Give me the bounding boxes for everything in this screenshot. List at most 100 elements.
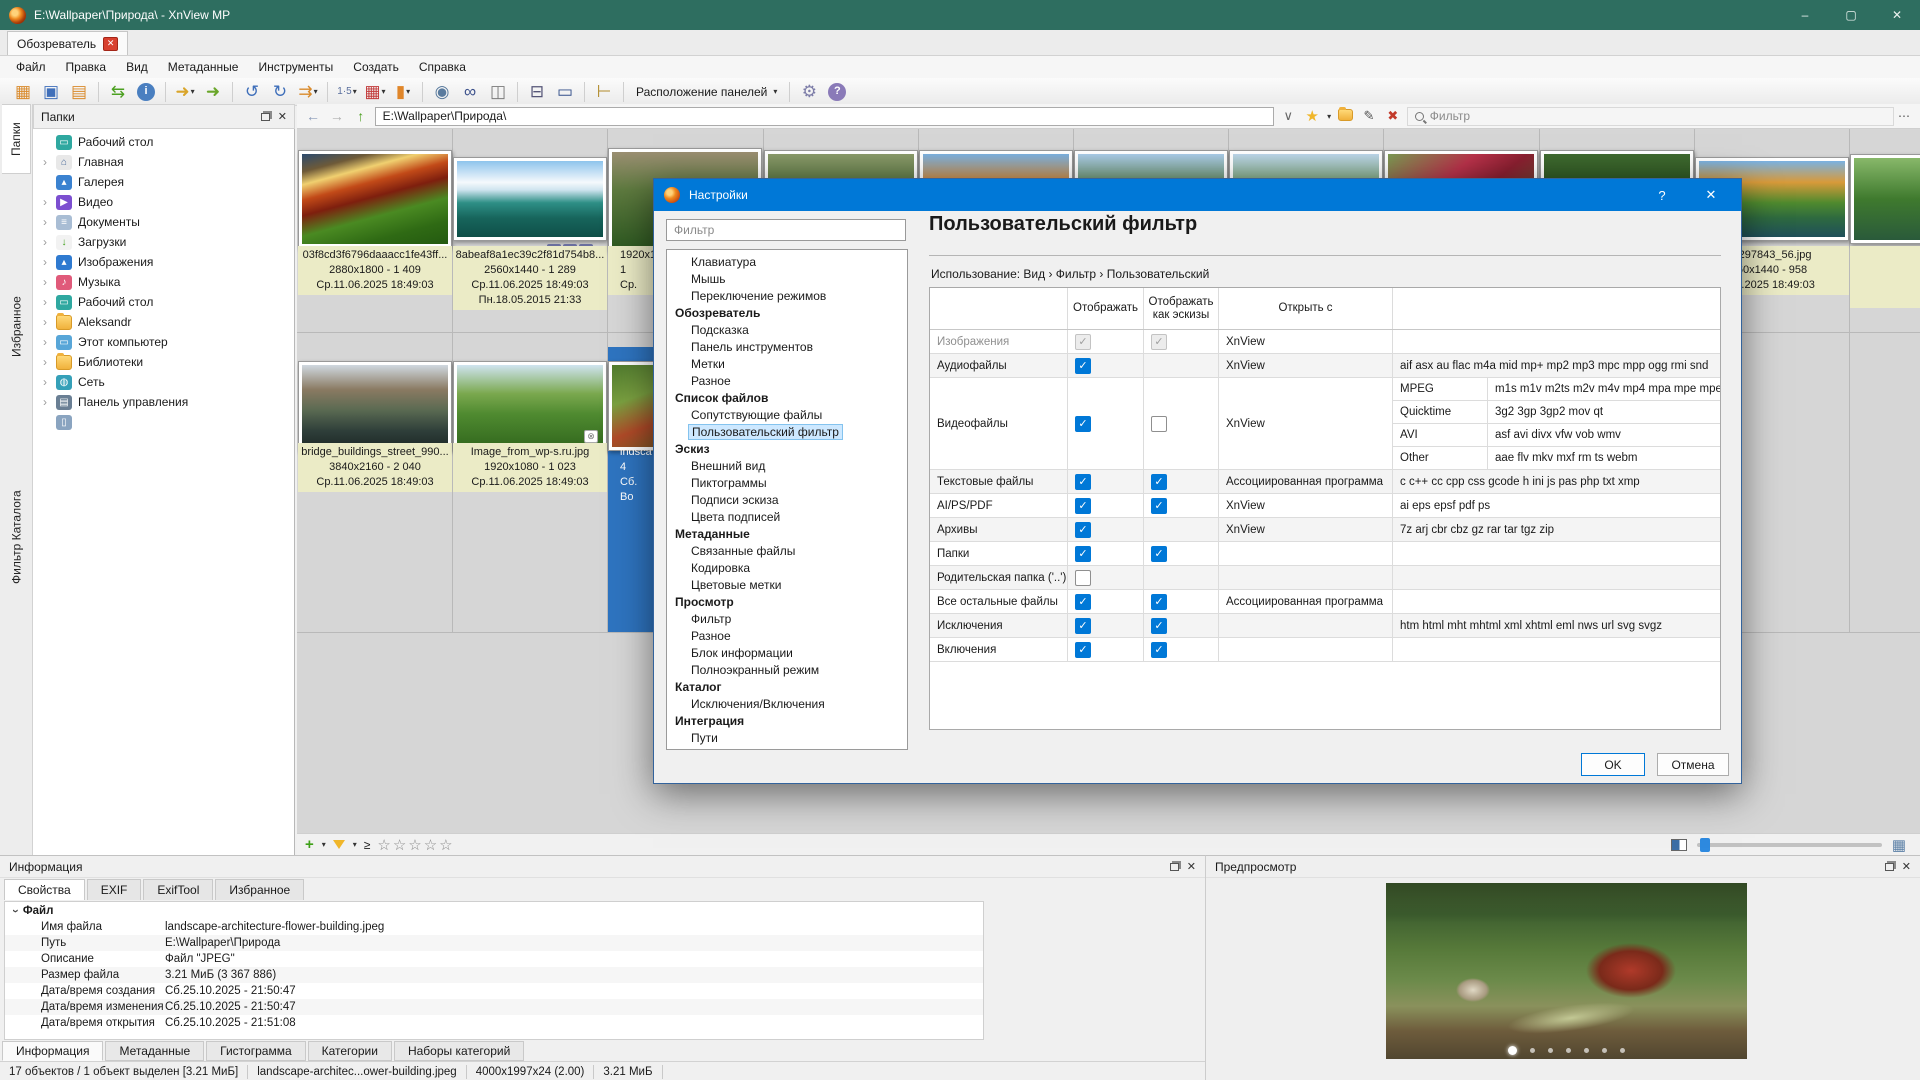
settings-tree-item[interactable]: Фильтр [667,611,907,628]
settings-tree-item[interactable]: Метки [667,356,907,373]
dropdown-caret-icon[interactable]: ▾ [353,840,357,849]
folder-tree-item[interactable]: ▯ [33,412,294,432]
filter-search-input[interactable]: Фильтр [1407,107,1894,126]
move-copy-icon[interactable]: ➜ [200,79,226,105]
menu-item[interactable]: Файл [6,57,56,77]
checkbox-unchecked[interactable] [1151,416,1167,432]
print-icon[interactable]: ⊟ [524,79,550,105]
extensions-cell[interactable] [1393,330,1720,353]
info-tab-exif[interactable]: EXIF [87,879,142,900]
display-checkbox-cell[interactable]: ✓ [1068,354,1144,377]
extensions-cell[interactable] [1393,638,1720,661]
checkbox-checked[interactable]: ✓ [1075,498,1091,514]
checkbox-checked[interactable]: ✓ [1075,416,1091,432]
folder-tree-item[interactable]: ›Библиотеки [33,352,294,372]
checkbox-checked[interactable]: ✓ [1075,594,1091,610]
extensions-cell[interactable] [1393,566,1720,589]
thumbnail-checkbox-cell[interactable] [1144,378,1219,469]
checkbox-checked[interactable]: ✓ [1151,642,1167,658]
checkbox-checked[interactable]: ✓ [1151,618,1167,634]
open-with-cell[interactable] [1219,614,1393,637]
favorite-star-icon[interactable]: ★ [1302,107,1322,125]
dropdown-caret-icon[interactable]: ▾ [322,840,326,849]
float-panel-icon[interactable] [1885,863,1894,871]
settings-tree-item[interactable]: Метаданные [667,526,907,543]
folder-tree-item[interactable]: ›Aleksandr [33,312,294,332]
folder-tree-item[interactable]: ›↓Загрузки [33,232,294,252]
path-dropdown-icon[interactable]: ∨ [1278,108,1298,124]
extensions-cell[interactable]: 7z arj cbr cbz gz rar tar tgz zip [1393,518,1720,541]
display-checkbox-cell[interactable]: ✓ [1068,378,1144,469]
folder-tree-item[interactable]: ›⌂Главная [33,152,294,172]
settings-tree-item-selected[interactable]: Пользовательский фильтр [667,424,907,441]
thumbnail[interactable] [298,150,452,248]
checkbox-checked[interactable]: ✓ [1151,334,1167,350]
checkbox-checked[interactable]: ✓ [1075,618,1091,634]
compare-icon[interactable]: ◫ [485,79,511,105]
settings-tree-item[interactable]: Цвета подписей [667,509,907,526]
display-checkbox-cell[interactable]: ✓ [1068,494,1144,517]
open-with-cell[interactable]: XnView [1219,518,1393,541]
pager-dot[interactable] [1584,1048,1589,1053]
open-with-cell[interactable] [1219,566,1393,589]
rating-operator[interactable]: ≥ [364,838,371,852]
ok-button[interactable]: OK [1581,753,1645,776]
help-icon[interactable]: ? [824,79,850,105]
maximize-button[interactable]: ▢ [1828,0,1874,30]
thumbnail-checkbox-cell[interactable]: ✓ [1144,638,1219,661]
grid-view-icon[interactable]: ▦ [1892,836,1906,854]
settings-tree-item[interactable]: Клавиатура [667,254,907,271]
expand-chevron-icon[interactable]: › [40,195,50,209]
settings-tree-item[interactable]: Цветовые метки [667,577,907,594]
rotate-right-icon[interactable]: ↻ [267,79,293,105]
settings-tree-item[interactable]: Интеграция [667,713,907,730]
tab-close-icon[interactable]: ✕ [103,37,118,51]
thumbnail-size-icon[interactable] [1671,839,1687,851]
settings-tree-item[interactable]: Переключение режимов [667,288,907,305]
pager-dot[interactable] [1508,1046,1517,1055]
folder-tree-item[interactable]: ›▤Панель управления [33,392,294,412]
panel-tab-наборы категорий[interactable]: Наборы категорий [394,1041,524,1061]
thumbnail-checkbox-cell[interactable]: ✓ [1144,614,1219,637]
checkbox-unchecked[interactable] [1075,570,1091,586]
add-category-icon[interactable]: + [305,836,314,853]
close-panel-icon[interactable]: ✕ [1187,860,1196,873]
settings-tree-item[interactable]: Мышь [667,271,907,288]
format-extensions[interactable]: asf avi divx vfw vob wmv [1488,424,1721,446]
panel-tab-категории[interactable]: Категории [308,1041,392,1061]
pager-dot[interactable] [1620,1048,1625,1053]
format-extensions[interactable]: 3g2 3gp 3gp2 mov qt [1488,401,1721,423]
settings-tree-item[interactable]: Внешний вид [667,458,907,475]
checkbox-checked[interactable]: ✓ [1075,546,1091,562]
folder-tree-item[interactable]: ▭Рабочий стол [33,132,294,152]
thumbnail-checkbox-cell[interactable] [1144,354,1219,377]
settings-tree-item[interactable]: Разное [667,628,907,645]
checkbox-checked[interactable]: ✓ [1075,474,1091,490]
expand-chevron-icon[interactable]: › [40,315,50,329]
display-checkbox-cell[interactable]: ✓ [1068,638,1144,661]
format-extensions[interactable]: m1s m1v m2ts m2v m4v mp4 mpa mpe mpeg mp… [1488,378,1721,400]
open-with-cell[interactable]: Ассоциированная программа [1219,590,1393,613]
panel-tab-метаданные[interactable]: Метаданные [105,1041,204,1061]
float-panel-icon[interactable] [261,113,270,121]
menu-item[interactable]: Правка [56,57,117,77]
folder-tree-item[interactable]: ›≡Документы [33,212,294,232]
open-with-cell[interactable] [1219,542,1393,565]
info-icon[interactable]: i [133,79,159,105]
folder-tree-item[interactable]: ›♪Музыка [33,272,294,292]
extensions-cell[interactable]: htm html mht mhtml xml xhtml eml nws url… [1393,614,1720,637]
info-tab-exiftool[interactable]: ExifTool [143,879,213,900]
folder-tree-item[interactable]: ▴Галерея [33,172,294,192]
open-with-cell[interactable]: XnView [1219,330,1393,353]
open-with-cell[interactable] [1219,638,1393,661]
expand-chevron-icon[interactable]: › [40,335,50,349]
panel-layout-button[interactable]: Расположение панелей▾ [630,79,783,105]
pager-dot[interactable] [1548,1048,1553,1053]
thumbnail-checkbox-cell[interactable]: ✓ [1144,542,1219,565]
side-tab-favorites[interactable]: Избранное [2,282,31,372]
dialog-help-button[interactable]: ? [1642,179,1682,211]
fullscreen-icon[interactable]: ▣ [38,79,64,105]
display-checkbox-cell[interactable]: ✓ [1068,470,1144,493]
thumbnail[interactable] [298,361,452,451]
expand-chevron-icon[interactable]: › [40,235,50,249]
